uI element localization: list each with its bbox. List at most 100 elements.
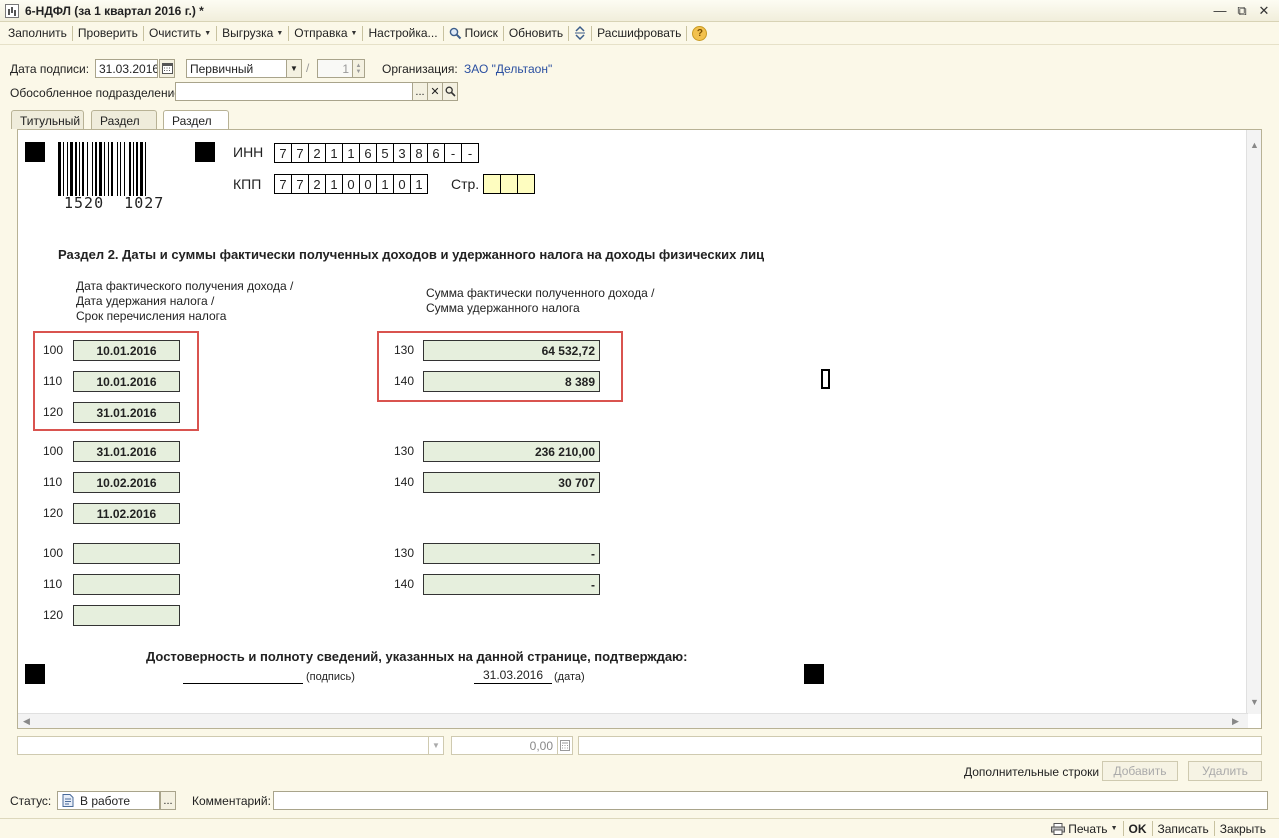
sign-date-input[interactable]: 31.03.2016 <box>95 59 158 78</box>
search-icon <box>449 27 461 39</box>
barcode-bar <box>70 142 73 196</box>
search-icon <box>445 86 456 97</box>
digit-cell[interactable]: - <box>461 143 479 163</box>
add-row-button[interactable]: Добавить <box>1102 761 1178 781</box>
tax-withheld-date-field[interactable]: 10.02.2016 <box>73 472 180 493</box>
tax-withheld-date-field[interactable]: 10.01.2016 <box>73 371 180 392</box>
help-button[interactable]: ? <box>687 24 712 42</box>
confirm-date[interactable]: 31.03.2016 <box>474 668 552 684</box>
digit-cell[interactable]: 6 <box>427 143 445 163</box>
income-date-field[interactable]: 31.01.2016 <box>73 441 180 462</box>
page-number-cells[interactable] <box>483 174 535 194</box>
fill-button[interactable]: Заполнить <box>3 24 72 42</box>
digit-cell[interactable]: 7 <box>274 174 292 194</box>
doc-kind-dropdown-button[interactable]: ▼ <box>286 59 302 78</box>
digit-cell[interactable]: 1 <box>325 143 343 163</box>
ok-button[interactable]: OK <box>1124 820 1152 838</box>
digit-cell[interactable]: 8 <box>410 143 428 163</box>
correction-stepper[interactable]: ▲ ▼ <box>352 59 365 78</box>
decode-button[interactable]: Расшифровать <box>592 24 686 42</box>
delete-row-button[interactable]: Удалить <box>1188 761 1262 781</box>
income-amount-field[interactable]: 236 210,00 <box>423 441 600 462</box>
digit-cell[interactable]: 2 <box>308 174 326 194</box>
digit-cell[interactable] <box>517 174 535 194</box>
digit-cell[interactable]: - <box>444 143 462 163</box>
digit-cell[interactable]: 1 <box>325 174 343 194</box>
digit-cell[interactable]: 1 <box>342 143 360 163</box>
refresh-button[interactable]: Обновить <box>504 24 568 42</box>
expand-collapse-button[interactable] <box>569 24 591 42</box>
chevron-up-icon[interactable]: ▲ <box>1250 140 1259 150</box>
indicator-dropdown-button[interactable]: ▼ <box>428 736 444 755</box>
send-menu-button[interactable]: Отправка ▼ <box>289 24 362 42</box>
print-menu-button[interactable]: Печать ▼ <box>1046 820 1122 838</box>
tab-section-1[interactable]: Раздел 1 <box>91 110 157 142</box>
signature-line[interactable] <box>183 683 303 684</box>
close-icon[interactable]: ✕ <box>1255 2 1273 19</box>
indicator-comment-input[interactable] <box>578 736 1262 755</box>
digit-cell[interactable]: 0 <box>359 174 377 194</box>
subdivision-clear-button[interactable]: ✕ <box>427 82 443 101</box>
income-date-field[interactable] <box>73 543 180 564</box>
subdivision-select-button[interactable]: ... <box>412 82 428 101</box>
tax-withheld-date-field[interactable] <box>73 574 180 595</box>
vertical-scrollbar[interactable]: ▲ ▼ <box>1246 130 1261 714</box>
income-amount-field[interactable]: 64 532,72 <box>423 340 600 361</box>
save-button[interactable]: Записать <box>1153 820 1214 838</box>
income-amount-field[interactable]: - <box>423 543 600 564</box>
subdivision-search-button[interactable] <box>442 82 458 101</box>
income-date-field[interactable]: 10.01.2016 <box>73 340 180 361</box>
status-input[interactable]: В работе <box>57 791 160 810</box>
close-button[interactable]: Закрыть <box>1215 820 1271 838</box>
correction-number-input[interactable]: 1 <box>317 59 353 78</box>
chevron-left-icon[interactable]: ◀ <box>23 716 30 727</box>
digit-cell[interactable]: 5 <box>376 143 394 163</box>
chevron-right-icon[interactable]: ▶ <box>1232 716 1239 727</box>
chevron-down-icon[interactable]: ▼ <box>1250 697 1259 707</box>
tax-transfer-deadline-field[interactable]: 11.02.2016 <box>73 503 180 524</box>
line-code-140: 140 <box>394 475 415 489</box>
horizontal-scrollbar[interactable]: ◀ ▶ <box>18 713 1248 728</box>
digit-cell[interactable]: 0 <box>342 174 360 194</box>
check-button[interactable]: Проверить <box>73 24 143 42</box>
export-menu-button[interactable]: Выгрузка ▼ <box>217 24 288 42</box>
digit-cell[interactable] <box>500 174 518 194</box>
amount-input[interactable]: 0,00 <box>451 736 558 755</box>
digit-cell[interactable]: 2 <box>308 143 326 163</box>
minimize-icon[interactable]: — <box>1211 2 1229 19</box>
barcode-bar <box>136 142 138 196</box>
calendar-button[interactable] <box>159 59 175 78</box>
organization-link[interactable]: ЗАО "Дельтаон" <box>464 62 552 76</box>
digit-cell[interactable] <box>483 174 501 194</box>
tax-withheld-amount-field[interactable]: 8 389 <box>423 371 600 392</box>
tab-section-2[interactable]: Раздел 2 <box>163 110 229 142</box>
restore-icon[interactable]: ⧉ <box>1233 2 1251 19</box>
barcode-bar <box>133 142 134 196</box>
clear-menu-button[interactable]: Очистить ▼ <box>144 24 216 42</box>
subdivision-input[interactable] <box>175 82 413 101</box>
digit-cell[interactable]: 1 <box>376 174 394 194</box>
comment-input[interactable] <box>273 791 1268 810</box>
inn-cells[interactable]: 7721165386-- <box>274 143 479 163</box>
status-select-button[interactable]: ... <box>160 791 176 810</box>
kpp-cells[interactable]: 772100101 <box>274 174 428 194</box>
digit-cell[interactable]: 7 <box>274 143 292 163</box>
search-button[interactable]: Поиск <box>444 24 503 42</box>
tab-title-page[interactable]: Титульный <box>11 110 84 129</box>
settings-button[interactable]: Настройка... <box>363 24 442 42</box>
tax-withheld-amount-field[interactable]: 30 707 <box>423 472 600 493</box>
tax-transfer-deadline-field[interactable] <box>73 605 180 626</box>
digit-cell[interactable]: 1 <box>410 174 428 194</box>
digit-cell[interactable]: 3 <box>393 143 411 163</box>
digit-cell[interactable]: 7 <box>291 143 309 163</box>
digit-cell[interactable]: 7 <box>291 174 309 194</box>
line-code-110: 110 <box>43 577 63 591</box>
calculator-button[interactable] <box>557 736 573 755</box>
doc-kind-select[interactable]: Первичный <box>186 59 288 78</box>
digit-cell[interactable]: 6 <box>359 143 377 163</box>
corner-marker <box>804 664 824 684</box>
tax-transfer-deadline-field[interactable]: 31.01.2016 <box>73 402 180 423</box>
indicator-select[interactable] <box>17 736 429 755</box>
tax-withheld-amount-field[interactable]: - <box>423 574 600 595</box>
digit-cell[interactable]: 0 <box>393 174 411 194</box>
